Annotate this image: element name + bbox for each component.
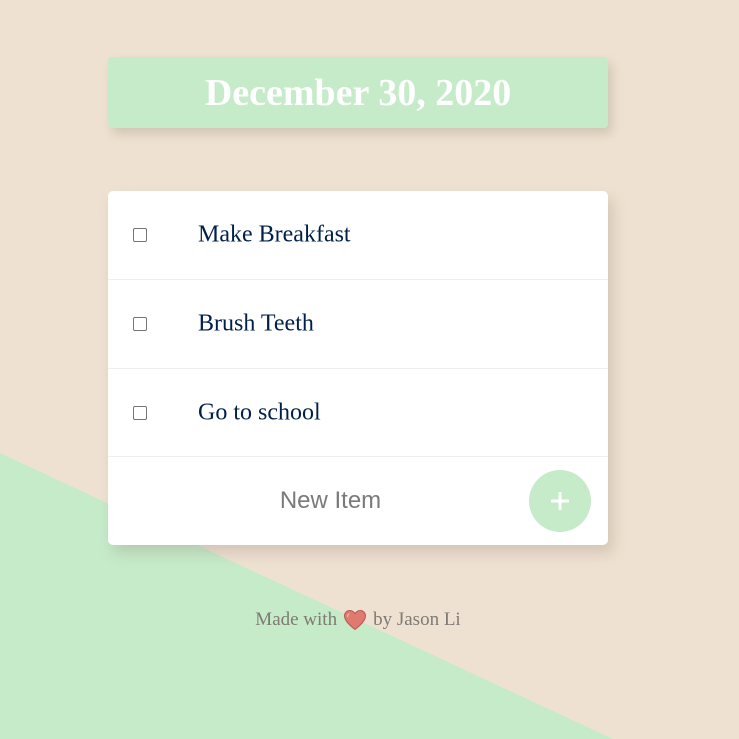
new-item-input[interactable] xyxy=(128,479,533,523)
add-item-button[interactable] xyxy=(529,470,591,532)
todo-card: Make Breakfast Brush Teeth Go to school xyxy=(108,191,608,545)
footer: Made with by Jason Li xyxy=(0,609,716,631)
list-item: Go to school xyxy=(108,369,608,457)
item-label: Brush Teeth xyxy=(198,310,314,337)
plus-icon xyxy=(551,492,569,510)
item-label: Make Breakfast xyxy=(198,221,351,248)
date-header: December 30, 2020 xyxy=(108,57,608,128)
item-checkbox[interactable] xyxy=(133,228,147,242)
item-checkbox[interactable] xyxy=(133,317,147,331)
list-item: Brush Teeth xyxy=(108,280,608,369)
date-title: December 30, 2020 xyxy=(204,71,512,114)
footer-made-with: Made with xyxy=(255,609,338,630)
heart-icon xyxy=(344,609,367,631)
list-item: Make Breakfast xyxy=(108,191,608,280)
footer-by: by Jason Li xyxy=(373,609,461,630)
item-label: Go to school xyxy=(198,399,321,425)
item-checkbox[interactable] xyxy=(133,405,147,420)
